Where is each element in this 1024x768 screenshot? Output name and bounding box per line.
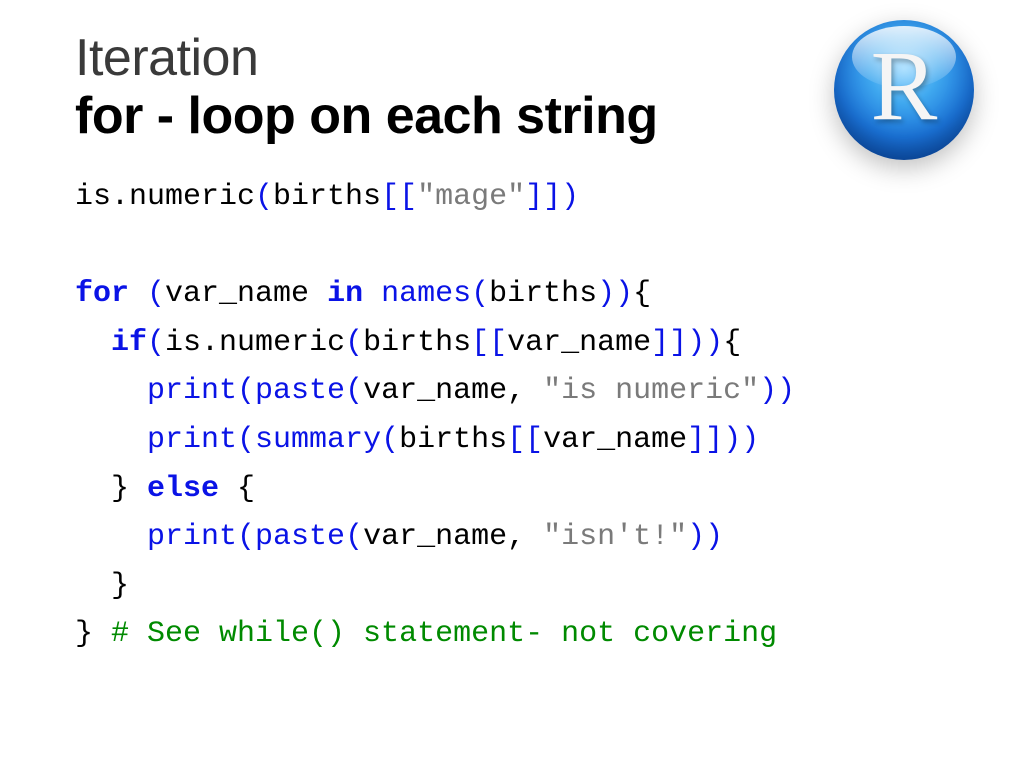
code-line-3: if(is.numeric(births[[var_name]])){ (75, 326, 741, 360)
code-line-2: for (var_name in names(births)){ (75, 277, 651, 311)
code-line-6: } else { (75, 472, 255, 506)
title-block: Iteration for - loop on each string (75, 30, 964, 147)
logo-sphere: R (834, 20, 974, 160)
title-line2: for - loop on each string (75, 87, 964, 147)
title-line1: Iteration (75, 30, 964, 87)
code-line-1: is.numeric(births[["mage"]]) (75, 180, 579, 214)
logo-letter: R (871, 28, 938, 143)
code-line-7: print(paste(var_name, "isn't!")) (75, 520, 723, 554)
code-line-5: print(summary(births[[var_name]])) (75, 423, 759, 457)
code-line-8: } (75, 569, 129, 603)
code-block: is.numeric(births[["mage"]]) for (var_na… (75, 173, 964, 659)
code-line-9: } # See while() statement- not covering (75, 617, 777, 651)
r-logo: R (834, 20, 984, 170)
code-line-4: print(paste(var_name, "is numeric")) (75, 374, 795, 408)
